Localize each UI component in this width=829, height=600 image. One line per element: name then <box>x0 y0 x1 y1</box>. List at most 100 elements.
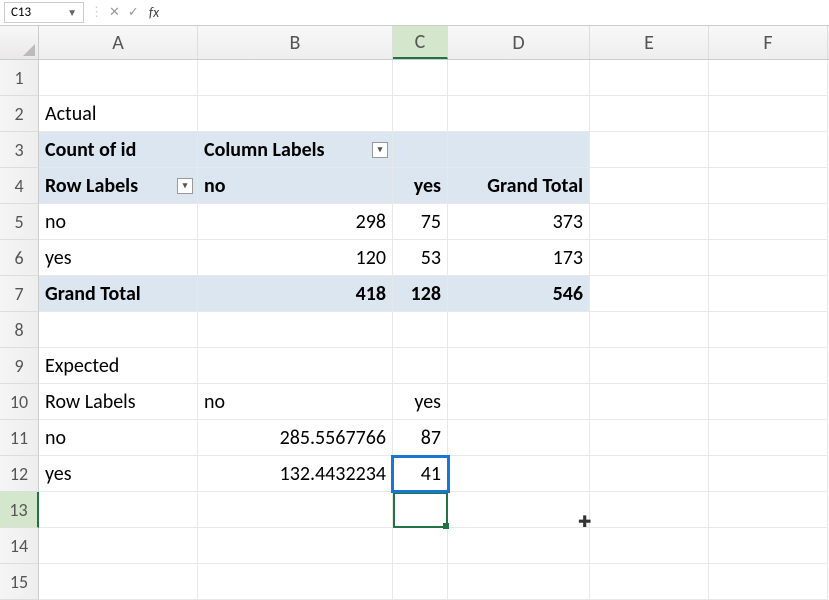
cell[interactable] <box>448 456 590 492</box>
cell[interactable]: 41 <box>393 456 448 492</box>
cancel-icon[interactable]: ✕ <box>105 5 124 20</box>
cell[interactable]: 53 <box>393 240 448 276</box>
cell[interactable] <box>590 312 709 348</box>
cell[interactable] <box>590 456 709 492</box>
row-header-10[interactable]: 10 <box>0 384 39 420</box>
cell[interactable] <box>39 312 198 348</box>
row-header-8[interactable]: 8 <box>0 312 39 348</box>
cell[interactable] <box>709 528 828 564</box>
row-header-13[interactable]: 13 <box>0 492 39 528</box>
cell[interactable] <box>39 60 198 96</box>
cell[interactable] <box>448 312 590 348</box>
cell[interactable] <box>198 528 393 564</box>
cell[interactable]: 298 <box>198 204 393 240</box>
col-header-b[interactable]: B <box>198 26 393 59</box>
col-header-e[interactable]: E <box>590 26 709 59</box>
cell[interactable] <box>590 420 709 456</box>
cell[interactable] <box>198 348 393 384</box>
cell[interactable] <box>198 96 393 132</box>
cell[interactable]: Row Labels ▾ <box>39 168 198 204</box>
cell[interactable] <box>590 96 709 132</box>
cell[interactable] <box>709 564 828 600</box>
row-header-6[interactable]: 6 <box>0 240 39 276</box>
row-header-5[interactable]: 5 <box>0 204 39 240</box>
row-header-12[interactable]: 12 <box>0 456 39 492</box>
cell[interactable] <box>198 492 393 528</box>
filter-dropdown-icon[interactable]: ▾ <box>372 142 388 158</box>
cell[interactable]: Row Labels <box>39 384 198 420</box>
cell[interactable]: no <box>198 168 393 204</box>
row-header-14[interactable]: 14 <box>0 528 39 564</box>
cell[interactable] <box>448 96 590 132</box>
cell[interactable] <box>393 96 448 132</box>
cell[interactable] <box>709 240 828 276</box>
cell[interactable] <box>709 60 828 96</box>
cell[interactable]: Count of id <box>39 132 198 168</box>
cell[interactable] <box>393 528 448 564</box>
cell[interactable]: 128 <box>393 276 448 312</box>
select-all-corner[interactable] <box>0 26 39 59</box>
row-header-1[interactable]: 1 <box>0 60 39 96</box>
cell[interactable]: 132.4432234 <box>198 456 393 492</box>
cell[interactable] <box>590 204 709 240</box>
cell[interactable]: yes <box>393 384 448 420</box>
row-header-3[interactable]: 3 <box>0 132 39 168</box>
formula-input[interactable] <box>165 0 829 25</box>
chevron-down-icon[interactable]: ▼ <box>67 6 77 19</box>
cell[interactable] <box>709 420 828 456</box>
col-header-c[interactable]: C <box>393 26 448 59</box>
cell[interactable] <box>39 492 198 528</box>
cell[interactable] <box>393 348 448 384</box>
cell[interactable]: Grand Total <box>448 168 590 204</box>
cell[interactable]: 75 <box>393 204 448 240</box>
cell[interactable] <box>590 240 709 276</box>
cell[interactable]: Grand Total <box>39 276 198 312</box>
cell[interactable] <box>198 564 393 600</box>
cell[interactable]: no <box>39 420 198 456</box>
cell[interactable] <box>709 168 828 204</box>
row-header-7[interactable]: 7 <box>0 276 39 312</box>
cell[interactable] <box>709 456 828 492</box>
cell[interactable]: Column Labels ▾ <box>198 132 393 168</box>
cell[interactable] <box>393 492 448 528</box>
cell[interactable]: 173 <box>448 240 590 276</box>
row-header-11[interactable]: 11 <box>0 420 39 456</box>
name-box[interactable]: C13 ▼ <box>4 2 84 23</box>
cell[interactable]: 120 <box>198 240 393 276</box>
cell[interactable]: no <box>198 384 393 420</box>
cell[interactable] <box>590 384 709 420</box>
cell[interactable] <box>709 348 828 384</box>
cell[interactable] <box>393 60 448 96</box>
row-header-9[interactable]: 9 <box>0 348 39 384</box>
cell[interactable]: Actual <box>39 96 198 132</box>
cell[interactable]: 285.5567766 <box>198 420 393 456</box>
cell[interactable] <box>590 348 709 384</box>
cell[interactable] <box>198 312 393 348</box>
cell[interactable]: yes <box>393 168 448 204</box>
cell[interactable] <box>709 492 828 528</box>
cell[interactable] <box>709 204 828 240</box>
cell[interactable]: 546 <box>448 276 590 312</box>
cell[interactable] <box>448 348 590 384</box>
cell[interactable] <box>393 564 448 600</box>
cell[interactable] <box>393 312 448 348</box>
filter-dropdown-icon[interactable]: ▾ <box>177 178 193 194</box>
cell[interactable] <box>448 384 590 420</box>
cell[interactable]: 87 <box>393 420 448 456</box>
cell[interactable]: no <box>39 204 198 240</box>
cell[interactable] <box>393 132 448 168</box>
cell[interactable] <box>590 168 709 204</box>
cell[interactable]: Expected <box>39 348 198 384</box>
cell[interactable] <box>590 132 709 168</box>
row-header-4[interactable]: 4 <box>0 168 39 204</box>
cell[interactable] <box>590 60 709 96</box>
cell[interactable] <box>448 420 590 456</box>
cell[interactable] <box>39 528 198 564</box>
cell[interactable]: yes <box>39 456 198 492</box>
cell[interactable] <box>590 564 709 600</box>
confirm-icon[interactable]: ✓ <box>124 5 143 20</box>
cell[interactable] <box>709 276 828 312</box>
cell[interactable] <box>448 528 590 564</box>
col-header-a[interactable]: A <box>39 26 198 59</box>
row-header-15[interactable]: 15 <box>0 564 39 600</box>
